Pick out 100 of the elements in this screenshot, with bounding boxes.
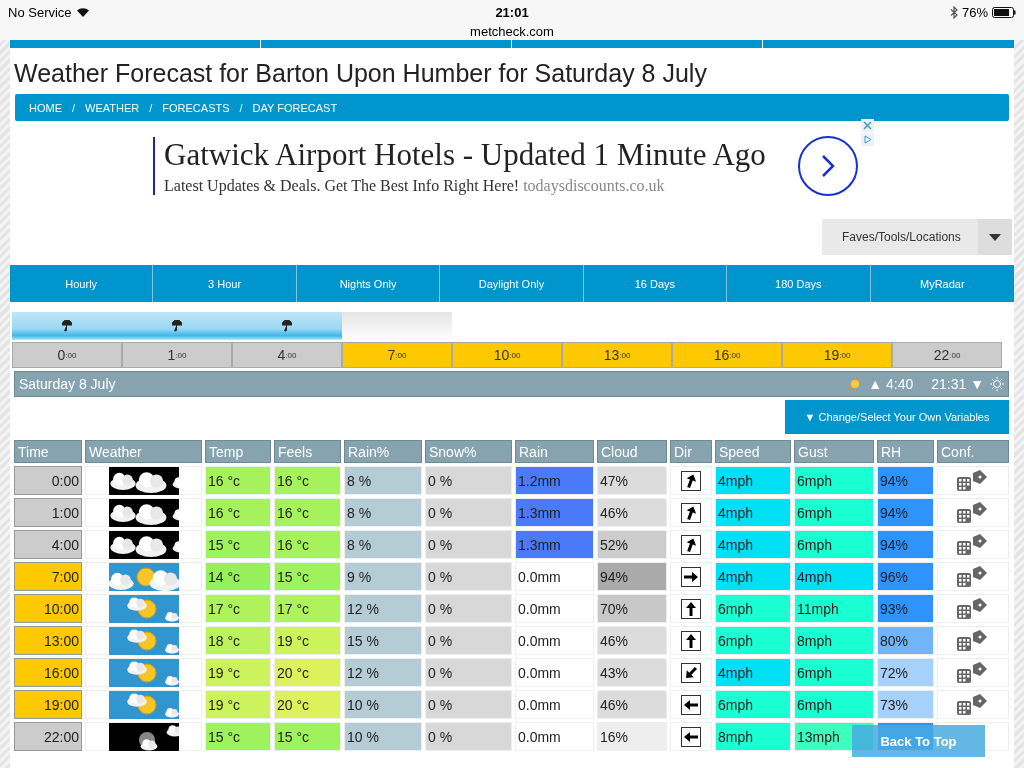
rain-chance-cell: 8 % — [344, 530, 422, 559]
rain-cell: 0.0mm — [515, 722, 594, 751]
speed-cell: 6mph — [715, 690, 791, 719]
rain-chance-cell: 10 % — [344, 722, 422, 751]
rain-chance-cell: 9 % — [344, 562, 422, 591]
sun-icon — [848, 377, 863, 391]
feels-cell: 19 °c — [274, 626, 341, 655]
rain-chance-cell: 15 % — [344, 626, 422, 655]
battery-percent: 76% — [961, 4, 988, 20]
breadcrumb-link[interactable]: FORECASTS — [162, 101, 230, 114]
speed-cell: 6mph — [715, 594, 791, 623]
confidence-icon[interactable] — [956, 596, 990, 621]
back-to-top-button[interactable]: Back To Top — [852, 725, 985, 757]
snow-chance-cell: 0 % — [425, 466, 512, 495]
breadcrumb-separator: / — [72, 101, 76, 114]
column-header: Weather — [85, 440, 202, 463]
gust-cell: 4mph — [794, 562, 874, 591]
gust-cell: 11mph — [794, 594, 874, 623]
confidence-icon[interactable] — [956, 628, 990, 653]
feels-cell: 15 °c — [274, 722, 341, 751]
snow-chance-cell: 0 % — [425, 722, 512, 751]
feels-cell: 15 °c — [274, 562, 341, 591]
umbrella-icon — [172, 320, 182, 332]
time-cell: 10:00 — [14, 594, 82, 623]
ad-headline[interactable]: Gatwick Airport Hotels - Updated 1 Minute Ago — [164, 137, 766, 173]
breadcrumb-link[interactable]: DAY FORECAST — [252, 101, 338, 114]
speed-cell: 4mph — [715, 658, 791, 687]
carrier-label: No Service — [8, 4, 72, 20]
rain-chance-cell: 8 % — [344, 498, 422, 527]
page-title: Weather Forecast for Barton Upon Humber for Saturday 8 July — [14, 59, 708, 88]
temp-cell: 19 °c — [205, 690, 271, 719]
forecast-tab[interactable]: 16 Days — [583, 265, 728, 302]
variables-button[interactable]: ▼ Change/Select Your Own Variables — [785, 400, 1009, 434]
snow-chance-cell: 0 % — [425, 594, 512, 623]
time-cell: 4:00 — [14, 530, 82, 559]
column-header: RH — [877, 440, 934, 463]
confidence-icon[interactable] — [956, 468, 990, 493]
caret-icon — [989, 233, 1001, 241]
rain-chance-cell: 12 % — [344, 594, 422, 623]
humidity-cell: 73% — [877, 690, 934, 719]
day-date: Saturday 8 July — [19, 376, 116, 392]
gust-cell: 6mph — [794, 658, 874, 687]
forecast-tab[interactable]: 3 Hour — [153, 265, 297, 302]
close-icon[interactable] — [861, 119, 874, 132]
snow-chance-cell: 0 % — [425, 690, 512, 719]
column-header: Feels — [274, 440, 341, 463]
feels-cell: 16 °c — [274, 498, 341, 527]
speed-cell: 4mph — [715, 498, 791, 527]
forecast-tab[interactable]: Daylight Only — [440, 265, 584, 302]
gust-cell: 6mph — [794, 690, 874, 719]
cloud-cell: 43% — [597, 658, 667, 687]
confidence-icon[interactable] — [956, 692, 990, 717]
column-header: Rain — [515, 440, 594, 463]
column-header: Dir — [670, 440, 712, 463]
breadcrumb-separator: / — [149, 101, 153, 114]
column-header: Gust — [794, 440, 874, 463]
breadcrumb-link[interactable]: WEATHER — [85, 101, 140, 114]
feels-cell: 16 °c — [274, 466, 341, 495]
humidity-cell: 94% — [877, 498, 934, 527]
temp-cell: 16 °c — [205, 498, 271, 527]
confidence-icon[interactable] — [956, 564, 990, 589]
snow-chance-cell: 0 % — [425, 530, 512, 559]
forecast-tab[interactable]: Nights Only — [296, 265, 441, 302]
humidity-cell: 80% — [877, 626, 934, 655]
confidence-icon[interactable] — [956, 532, 990, 557]
speed-cell: 4mph — [715, 466, 791, 495]
speed-cell: 8mph — [715, 722, 791, 751]
humidity-cell: 93% — [877, 594, 934, 623]
temp-cell: 18 °c — [205, 626, 271, 655]
wifi-icon — [75, 7, 90, 17]
bluetooth-icon — [949, 5, 958, 19]
cloud-cell: 52% — [597, 530, 667, 559]
url-text[interactable]: metcheck.com — [470, 24, 554, 40]
temp-cell: 19 °c — [205, 658, 271, 687]
cloud-cell: 47% — [597, 466, 667, 495]
forecast-tab[interactable]: 180 Days — [727, 265, 871, 302]
time-cell: 0:00 — [14, 466, 82, 495]
snow-chance-cell: 0 % — [425, 498, 512, 527]
humidity-cell: 72% — [877, 658, 934, 687]
rain-cell: 0.0mm — [515, 690, 594, 719]
confidence-icon[interactable] — [956, 660, 990, 685]
forecast-tab[interactable]: Hourly — [10, 265, 154, 302]
confidence-icon[interactable] — [956, 500, 990, 525]
ad-next-button[interactable] — [797, 136, 858, 196]
speed-cell: 4mph — [715, 562, 791, 591]
humidity-cell: 94% — [877, 466, 934, 495]
rain-cell: 1.3mm — [515, 530, 594, 559]
time-cell: 13:00 — [14, 626, 82, 655]
feels-cell: 16 °c — [274, 530, 341, 559]
rain-cell: 0.0mm — [515, 594, 594, 623]
umbrella-icon — [62, 320, 72, 332]
rain-cell: 1.2mm — [515, 466, 594, 495]
breadcrumb-link[interactable]: HOME — [29, 101, 62, 114]
feels-cell: 20 °c — [274, 658, 341, 687]
column-header: Conf. — [937, 440, 1009, 463]
cloud-cell: 70% — [597, 594, 667, 623]
cloud-cell: 94% — [597, 562, 667, 591]
rain-cell: 0.0mm — [515, 562, 594, 591]
faves-dropdown[interactable]: Faves/Tools/Locations — [822, 219, 1012, 255]
forecast-tab[interactable]: MyRadar — [870, 265, 1014, 302]
